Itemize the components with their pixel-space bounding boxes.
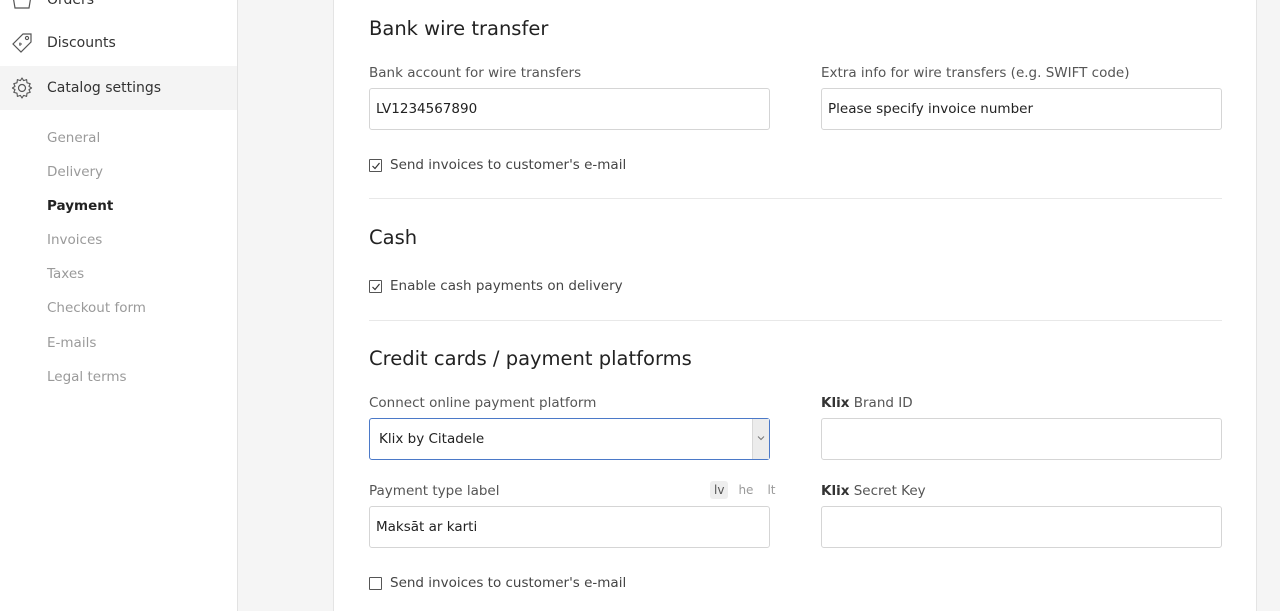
cards-send-invoices-checkbox[interactable] bbox=[369, 576, 382, 590]
check-icon bbox=[372, 162, 380, 169]
select-arrow[interactable] bbox=[752, 419, 769, 459]
platform-select-value: Klix by Citadele bbox=[379, 431, 485, 447]
sidebar-subitem-general[interactable]: General bbox=[47, 130, 100, 146]
cards-title: Credit cards / payment platforms bbox=[369, 347, 692, 370]
platform-label: Connect online payment platform bbox=[369, 395, 597, 411]
sidebar-subitem-delivery[interactable]: Delivery bbox=[47, 164, 103, 180]
lang-tab-lt[interactable]: lt bbox=[763, 481, 779, 499]
bank-account-input[interactable]: LV1234567890 bbox=[369, 88, 770, 130]
cart-icon bbox=[13, 0, 31, 9]
secret-key-label-bold: Klix bbox=[821, 483, 850, 499]
bank-send-invoices-checkbox[interactable] bbox=[369, 158, 382, 172]
sidebar-item-label: Discounts bbox=[47, 35, 116, 51]
platform-select[interactable]: Klix by Citadele bbox=[369, 418, 770, 460]
brand-id-label-bold: Klix bbox=[821, 395, 850, 411]
divider bbox=[369, 198, 1222, 199]
check-icon bbox=[372, 283, 380, 290]
bank-send-invoices-label: Send invoices to customer's e-mail bbox=[390, 157, 627, 173]
cards-send-invoices-row[interactable]: Send invoices to customer's e-mail bbox=[369, 575, 626, 591]
brand-id-label-text: Brand ID bbox=[849, 395, 913, 411]
cards-send-invoices-label: Send invoices to customer's e-mail bbox=[390, 575, 627, 591]
bank-send-invoices-row[interactable]: Send invoices to customer's e-mail bbox=[369, 157, 626, 173]
sidebar-item-discounts[interactable]: Discounts bbox=[0, 21, 237, 65]
language-tabs: lv he lt bbox=[704, 481, 779, 499]
extra-info-input[interactable]: Please specify invoice number bbox=[821, 88, 1222, 130]
sidebar-item-label: Orders bbox=[47, 0, 95, 8]
sidebar-subitem-invoices[interactable]: Invoices bbox=[47, 232, 102, 248]
sidebar-subitem-checkout-form[interactable]: Checkout form bbox=[47, 300, 146, 316]
secret-key-input[interactable] bbox=[821, 506, 1222, 548]
chevron-down-icon bbox=[757, 436, 765, 441]
discount-tag-icon bbox=[12, 33, 32, 53]
sidebar: Orders Discounts Catalog settings Genera… bbox=[0, 0, 238, 611]
sidebar-subitem-taxes[interactable]: Taxes bbox=[47, 266, 84, 282]
gear-icon bbox=[11, 77, 33, 99]
secret-key-label-text: Secret Key bbox=[849, 483, 926, 499]
payment-type-input[interactable]: Maksāt ar karti bbox=[369, 506, 770, 548]
payment-type-label: Payment type label bbox=[369, 483, 500, 499]
lang-tab-he[interactable]: he bbox=[734, 481, 757, 499]
sidebar-item-label: Catalog settings bbox=[47, 80, 162, 96]
bank-wire-title: Bank wire transfer bbox=[369, 17, 549, 40]
divider bbox=[369, 320, 1222, 321]
sidebar-subitem-payment[interactable]: Payment bbox=[47, 198, 113, 214]
cash-enable-row[interactable]: Enable cash payments on delivery bbox=[369, 278, 623, 294]
bank-account-label: Bank account for wire transfers bbox=[369, 65, 582, 81]
sidebar-item-orders[interactable]: Orders bbox=[0, 0, 237, 22]
extra-info-label: Extra info for wire transfers (e.g. SWIF… bbox=[821, 65, 1130, 81]
sidebar-subitem-emails[interactable]: E-mails bbox=[47, 335, 96, 351]
secret-key-label: Klix Secret Key bbox=[821, 483, 926, 499]
sidebar-subitem-legal-terms[interactable]: Legal terms bbox=[47, 369, 127, 385]
brand-id-input[interactable] bbox=[821, 418, 1222, 460]
lang-tab-lv[interactable]: lv bbox=[710, 481, 729, 499]
cash-enable-label: Enable cash payments on delivery bbox=[390, 278, 623, 294]
sidebar-item-catalog-settings[interactable]: Catalog settings bbox=[0, 66, 237, 110]
brand-id-label: Klix Brand ID bbox=[821, 395, 913, 411]
cash-title: Cash bbox=[369, 226, 418, 249]
cash-enable-checkbox[interactable] bbox=[369, 279, 382, 293]
